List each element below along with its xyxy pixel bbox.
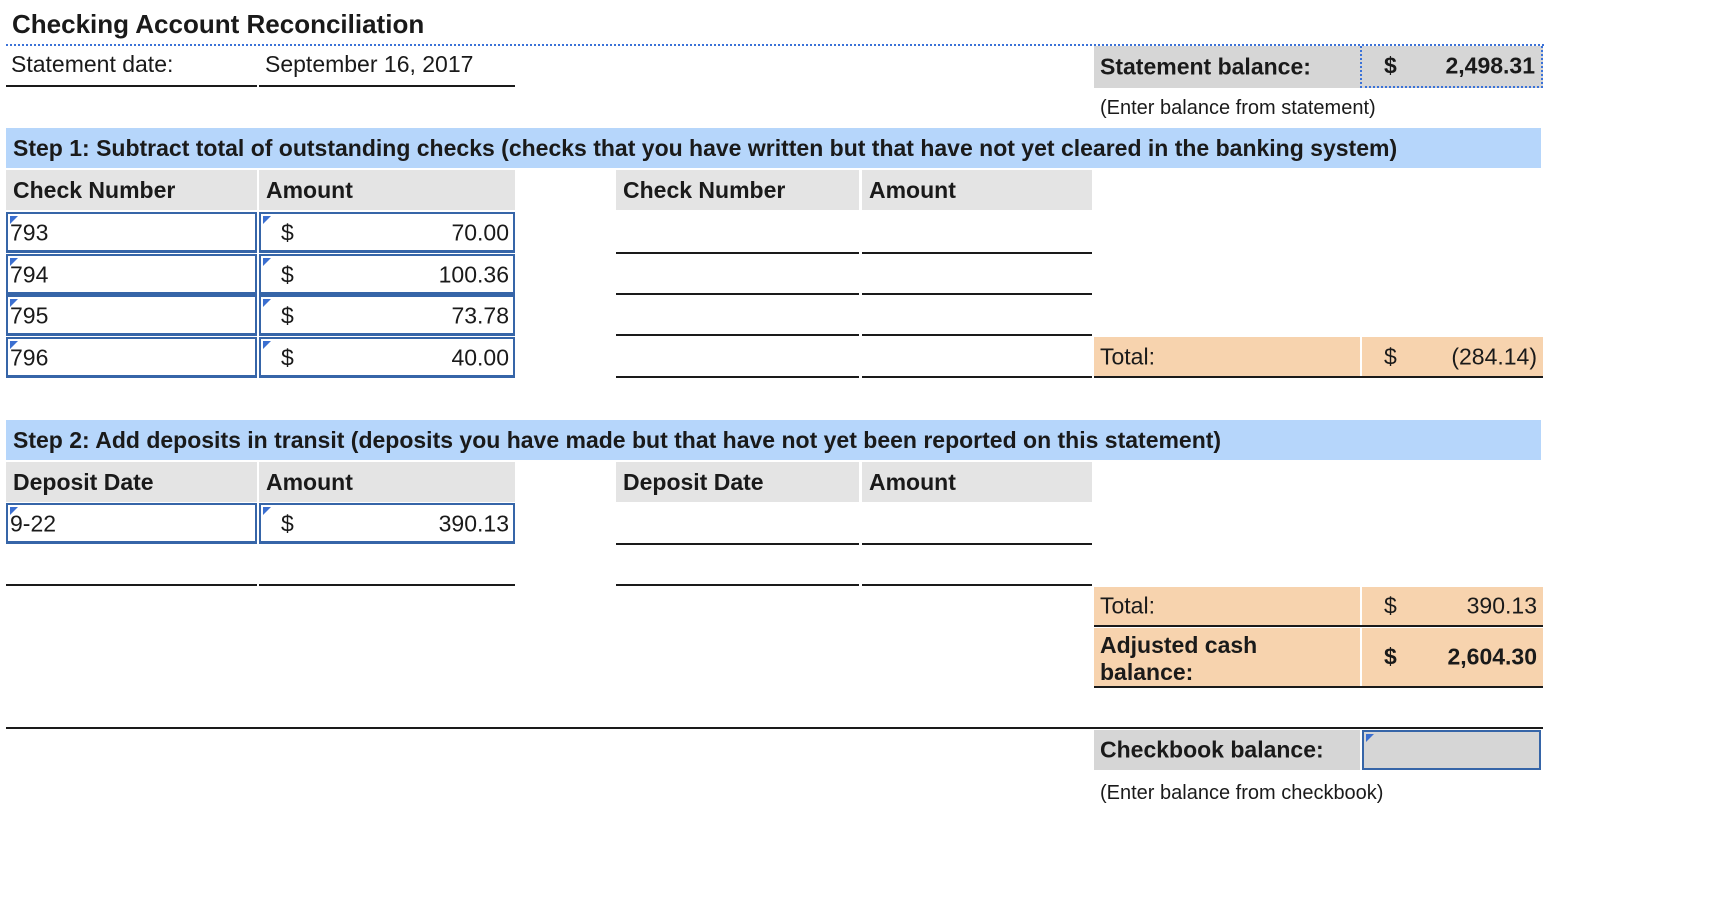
input-marker-icon (263, 299, 271, 307)
input-marker-icon (263, 258, 271, 266)
check-number-empty-line[interactable] (616, 334, 859, 336)
step2-total-value: 390.13 (1466, 592, 1537, 619)
input-marker-icon (1366, 734, 1374, 742)
deposit-date-empty-line[interactable] (616, 543, 859, 545)
check-number-input[interactable]: 793 (6, 212, 257, 253)
check-amount-value: 100.36 (438, 261, 509, 287)
step1-col-amount-2: Amount (862, 170, 1092, 210)
step2-col-amount-2: Amount (862, 462, 1092, 502)
check-amount-input[interactable]: $ 70.00 (259, 212, 515, 253)
step2-heading: Step 2: Add deposits in transit (deposit… (6, 420, 1541, 460)
deposit-amount-empty-line[interactable] (259, 584, 515, 586)
input-marker-icon (263, 216, 271, 224)
check-amount-input[interactable]: $ 73.78 (259, 295, 515, 336)
check-amount-value: 40.00 (451, 344, 509, 370)
step2-total-value-cell: $ 390.13 (1362, 587, 1543, 625)
adjusted-balance-underline (1094, 686, 1543, 688)
input-marker-icon (263, 341, 271, 349)
deposit-date-input[interactable]: 9-22 (6, 503, 257, 544)
page-title: Checking Account Reconciliation (12, 9, 425, 39)
checkbook-balance-note: (Enter balance from checkbook) (1100, 782, 1384, 804)
step1-total-label-cell: Total: (1094, 337, 1360, 377)
deposit-date-empty-line[interactable] (616, 584, 859, 586)
check-amount-empty-line[interactable] (862, 293, 1092, 295)
check-amount-currency: $ (281, 344, 294, 370)
check-number-value: 793 (10, 219, 49, 245)
step2-total-label: Total: (1100, 592, 1155, 619)
statement-date-value-underline (259, 85, 515, 87)
adjusted-balance-value-cell: $ 2,604.30 (1362, 628, 1543, 686)
step2-total-currency: $ (1384, 592, 1397, 619)
adjusted-balance-value: 2,604.30 (1447, 643, 1537, 670)
check-amount-empty-line[interactable] (862, 334, 1092, 336)
step1-total-value: (284.14) (1451, 343, 1537, 370)
check-number-value: 794 (10, 261, 49, 287)
step1-col-check-number-2: Check Number (616, 170, 859, 210)
check-amount-input[interactable]: $ 40.00 (259, 337, 515, 378)
check-number-empty-line[interactable] (616, 252, 859, 254)
check-number-input[interactable]: 795 (6, 295, 257, 336)
statement-date-value: September 16, 2017 (265, 51, 474, 77)
step1-total-label: Total: (1100, 343, 1155, 370)
check-number-value: 795 (10, 302, 49, 328)
deposit-amount-empty-line[interactable] (862, 543, 1092, 545)
step2-total-underline (1094, 625, 1543, 627)
check-amount-value: 70.00 (451, 219, 509, 245)
check-amount-currency: $ (281, 261, 294, 287)
checkbook-balance-input[interactable] (1362, 730, 1541, 770)
adjusted-balance-currency: $ (1384, 643, 1397, 670)
adjusted-balance-label-cell: Adjusted cash balance: (1094, 628, 1360, 686)
adjusted-balance-label: Adjusted cash balance: (1100, 632, 1258, 685)
statement-date-label-underline (6, 85, 257, 87)
deposit-amount-empty-line[interactable] (862, 584, 1092, 586)
step1-total-value-cell: $ (284.14) (1362, 337, 1543, 377)
statement-balance-note: (Enter balance from statement) (1100, 97, 1376, 119)
check-amount-currency: $ (281, 302, 294, 328)
step1-col-check-number: Check Number (6, 170, 257, 210)
step1-heading: Step 1: Subtract total of outstanding ch… (6, 128, 1541, 168)
check-amount-currency: $ (281, 219, 294, 245)
deposit-date-empty-line[interactable] (6, 584, 257, 586)
checkbook-balance-label: Checkbook balance: (1100, 736, 1324, 763)
check-amount-input[interactable]: $ 100.36 (259, 254, 515, 295)
deposit-date-value: 9-22 (10, 510, 57, 536)
check-amount-empty-line[interactable] (862, 376, 1092, 378)
check-amount-empty-line[interactable] (862, 252, 1092, 254)
step2-col-deposit-date-2: Deposit Date (616, 462, 859, 502)
check-number-input[interactable]: 796 (6, 337, 257, 378)
checkbook-balance-label-cell: Checkbook balance: (1094, 730, 1360, 770)
step1-col-amount: Amount (259, 170, 515, 210)
section-separator (6, 727, 1543, 729)
check-amount-value: 73.78 (451, 302, 509, 328)
deposit-amount-currency: $ (281, 510, 294, 536)
deposit-amount-value: 390.13 (438, 510, 509, 536)
step2-total-label-cell: Total: (1094, 587, 1360, 625)
step2-col-deposit-date: Deposit Date (6, 462, 257, 502)
input-marker-icon (263, 507, 271, 515)
step1-total-underline (1094, 376, 1543, 378)
statement-balance-value-cell[interactable]: $ 2,498.31 (1360, 46, 1543, 88)
statement-balance-label-cell: Statement balance: (1094, 46, 1360, 88)
check-number-empty-line[interactable] (616, 293, 859, 295)
step1-total-currency: $ (1384, 343, 1397, 370)
check-number-empty-line[interactable] (616, 376, 859, 378)
deposit-amount-input[interactable]: $ 390.13 (259, 503, 515, 544)
statement-date-label: Statement date: (11, 51, 174, 77)
statement-balance-label: Statement balance: (1100, 53, 1311, 80)
check-number-value: 796 (10, 344, 49, 370)
check-number-input[interactable]: 794 (6, 254, 257, 295)
statement-balance-currency: $ (1384, 52, 1397, 79)
statement-balance-value: 2,498.31 (1445, 52, 1535, 79)
step2-col-amount: Amount (259, 462, 515, 502)
